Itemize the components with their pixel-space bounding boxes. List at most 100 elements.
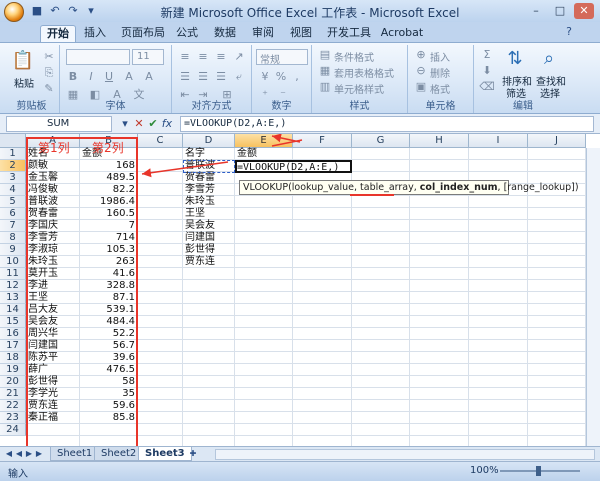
row-header-13[interactable]: 13 (0, 292, 26, 304)
tab-page-layout[interactable]: 页面布局 (118, 25, 168, 42)
column-header-c[interactable]: C (138, 134, 183, 148)
number-format-select[interactable]: 常规 (256, 49, 308, 66)
font-size-select[interactable]: 11 (132, 49, 164, 65)
align-center-icon[interactable]: ☰ (194, 69, 212, 85)
undo-icon[interactable]: ↶ (48, 4, 62, 18)
prev-sheet-icon[interactable]: ◀ (14, 448, 24, 460)
tab-data[interactable]: 数据 (210, 25, 240, 42)
column-header-d[interactable]: D (183, 134, 235, 148)
tab-home[interactable]: 开始 (40, 25, 76, 42)
table-format-icon[interactable]: ▦ (316, 63, 334, 79)
column-header-e[interactable]: E (235, 134, 293, 148)
clear-icon[interactable]: ⌫ (478, 79, 496, 95)
tab-view[interactable]: 视图 (286, 25, 316, 42)
row-header-20[interactable]: 20 (0, 376, 26, 388)
column-header-h[interactable]: H (410, 134, 469, 148)
formula-input[interactable]: =VLOOKUP(D2,A:E,) (180, 116, 594, 132)
row-header-7[interactable]: 7 (0, 220, 26, 232)
save-icon[interactable]: ■ (30, 4, 44, 18)
insert-cells-button[interactable]: 插入 (430, 49, 450, 64)
underline-icon[interactable]: U (100, 69, 118, 85)
tab-insert[interactable]: 插入 (80, 25, 110, 42)
sort-filter-icon[interactable]: ⇅ (502, 47, 528, 71)
column-header-g[interactable]: G (352, 134, 410, 148)
row-header-12[interactable]: 12 (0, 280, 26, 292)
cancel-icon[interactable]: ✕ (132, 117, 146, 131)
office-button[interactable] (4, 2, 24, 22)
tab-review[interactable]: 审阅 (248, 25, 278, 42)
format-cells-button[interactable]: 格式 (430, 81, 450, 96)
font-grow-icon[interactable]: A (120, 69, 138, 85)
align-right-icon[interactable]: ☰ (212, 69, 230, 85)
minimize-icon[interactable]: – (526, 3, 546, 19)
row-header-16[interactable]: 16 (0, 328, 26, 340)
font-name-select[interactable] (66, 49, 130, 65)
last-sheet-icon[interactable]: ▶ (34, 448, 44, 460)
help-icon[interactable]: ? (562, 25, 576, 39)
row-header-4[interactable]: 4 (0, 184, 26, 196)
tab-acrobat[interactable]: Acrobat (380, 25, 424, 42)
row-header-21[interactable]: 21 (0, 388, 26, 400)
name-box[interactable]: SUM (6, 116, 112, 132)
fill-icon[interactable]: ⬇ (478, 63, 496, 79)
align-top-icon[interactable]: ≡ (176, 49, 194, 65)
paste-icon[interactable]: 📋 (10, 49, 36, 73)
select-all-corner[interactable] (0, 134, 26, 148)
tab-developer[interactable]: 开发工具 (324, 25, 374, 42)
sheet-tab-1[interactable]: Sheet1 (50, 447, 100, 461)
sum-icon[interactable]: Σ (478, 47, 496, 63)
paste-button[interactable]: 粘贴 (14, 75, 34, 90)
expand-icon[interactable]: ▾ (118, 117, 132, 131)
maximize-icon[interactable]: □ (550, 3, 570, 19)
delete-cells-icon[interactable]: ⊖ (412, 63, 430, 79)
bold-icon[interactable]: B (64, 69, 82, 85)
row-header-15[interactable]: 15 (0, 316, 26, 328)
row-header-1[interactable]: 1 (0, 148, 26, 160)
cell-style-button[interactable]: 单元格样式 (334, 81, 384, 96)
close-icon[interactable]: ✕ (574, 3, 594, 19)
align-bottom-icon[interactable]: ≡ (212, 49, 230, 65)
cell-style-icon[interactable]: ▥ (316, 79, 334, 95)
row-header-5[interactable]: 5 (0, 196, 26, 208)
column-header-i[interactable]: I (469, 134, 528, 148)
format-painter-icon[interactable]: ✎ (40, 81, 58, 97)
format-cells-icon[interactable]: ▣ (412, 79, 430, 95)
redo-icon[interactable]: ↷ (66, 4, 80, 18)
row-header-18[interactable]: 18 (0, 352, 26, 364)
insert-function-icon[interactable]: fx (160, 117, 174, 131)
row-header-23[interactable]: 23 (0, 412, 26, 424)
row-header-19[interactable]: 19 (0, 364, 26, 376)
align-left-icon[interactable]: ☰ (176, 69, 194, 85)
enter-icon[interactable]: ✔ (146, 117, 160, 131)
italic-icon[interactable]: I (82, 69, 100, 85)
first-sheet-icon[interactable]: ◀ (4, 448, 14, 460)
row-header-24[interactable]: 24 (0, 424, 26, 436)
row-header-17[interactable]: 17 (0, 340, 26, 352)
row-header-14[interactable]: 14 (0, 304, 26, 316)
sheet-tab-3[interactable]: Sheet3 (138, 447, 192, 461)
comma-icon[interactable]: , (288, 69, 306, 85)
new-sheet-icon[interactable]: ✚ (186, 448, 200, 460)
row-header-11[interactable]: 11 (0, 268, 26, 280)
table-format-button[interactable]: 套用表格格式 (334, 65, 394, 80)
horizontal-scrollbar[interactable] (215, 449, 595, 460)
row-header-22[interactable]: 22 (0, 400, 26, 412)
column-header-f[interactable]: F (293, 134, 352, 148)
row-header-8[interactable]: 8 (0, 232, 26, 244)
tab-formulas[interactable]: 公式 (172, 25, 202, 42)
row-header-3[interactable]: 3 (0, 172, 26, 184)
zoom-level[interactable]: 100% (470, 465, 499, 476)
row-header-6[interactable]: 6 (0, 208, 26, 220)
wrap-text-icon[interactable]: ⤶ (230, 69, 248, 85)
row-header-2[interactable]: 2 (0, 160, 26, 172)
conditional-format-button[interactable]: 条件格式 (334, 49, 374, 64)
delete-cells-button[interactable]: 删除 (430, 65, 450, 80)
row-header-10[interactable]: 10 (0, 256, 26, 268)
zoom-slider-thumb[interactable] (536, 466, 541, 476)
row-header-9[interactable]: 9 (0, 244, 26, 256)
vertical-scrollbar[interactable] (586, 148, 600, 446)
font-shrink-icon[interactable]: A (140, 69, 158, 85)
conditional-format-icon[interactable]: ▤ (316, 47, 334, 63)
cut-icon[interactable]: ✂ (40, 49, 58, 65)
column-header-j[interactable]: J (528, 134, 586, 148)
